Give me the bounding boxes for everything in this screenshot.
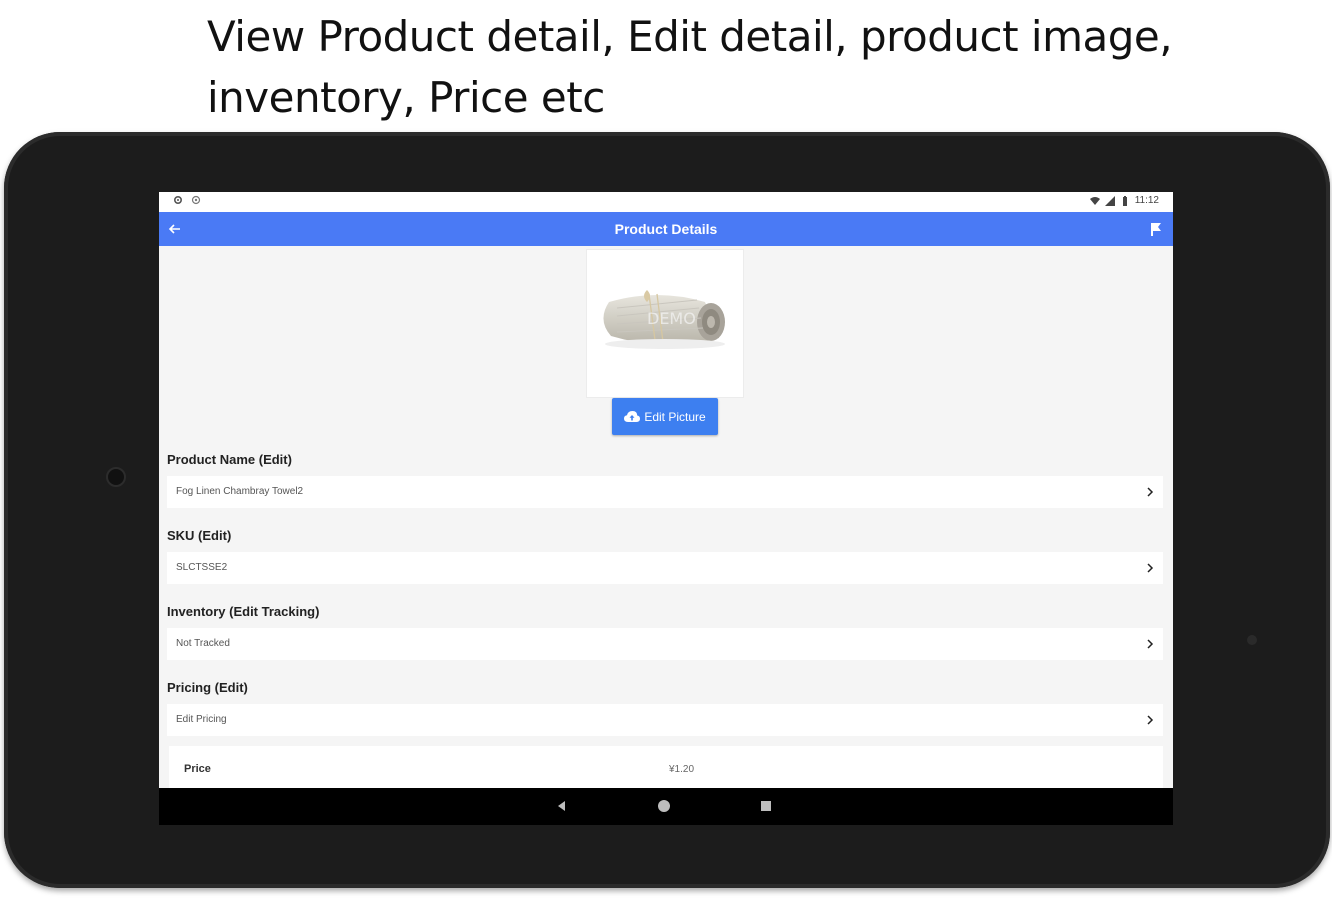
status-bar: 11:12 <box>159 192 1173 212</box>
chevron-right-icon <box>1147 487 1154 497</box>
edit-picture-button[interactable]: Edit Picture <box>612 398 718 435</box>
inventory-label[interactable]: Inventory (Edit Tracking) <box>167 604 319 619</box>
chevron-right-icon <box>1147 563 1154 573</box>
status-time: 11:12 <box>1134 195 1159 206</box>
caption-line-2: inventory, Price etc <box>207 73 605 122</box>
towel-roll-image: DEMO <box>603 290 725 349</box>
pricing-row[interactable]: Edit Pricing <box>167 704 1163 736</box>
app-bar: Product Details <box>159 212 1173 246</box>
sku-label[interactable]: SKU (Edit) <box>167 528 231 543</box>
product-name-value: Fog Linen Chambray Towel2 <box>176 486 304 497</box>
inventory-row[interactable]: Not Tracked <box>167 628 1163 660</box>
cloud-upload-icon <box>624 410 641 422</box>
proximity-sensor <box>1247 635 1257 645</box>
home-circle-icon[interactable] <box>656 798 672 814</box>
edit-picture-label: Edit Picture <box>644 409 706 424</box>
flag-icon[interactable] <box>1145 219 1165 239</box>
caption-line-1: View Product detail, Edit detail, produc… <box>207 12 1173 61</box>
product-image: DEMO <box>587 250 743 397</box>
recents-square-icon[interactable] <box>759 799 773 813</box>
product-name-row[interactable]: Fog Linen Chambray Towel2 <box>167 476 1163 508</box>
price-value: ¥1.20 <box>669 764 695 775</box>
pricing-value: Edit Pricing <box>176 714 227 725</box>
product-name-label[interactable]: Product Name (Edit) <box>167 452 292 467</box>
back-triangle-icon[interactable] <box>554 798 570 814</box>
page-caption: View Product detail, Edit detail, produc… <box>207 6 1307 128</box>
sku-row[interactable]: SLCTSSE2 <box>167 552 1163 584</box>
wifi-icon <box>1089 196 1100 205</box>
demo-watermark: DEMO <box>647 309 696 328</box>
front-camera <box>106 467 126 487</box>
tablet-screen: 11:12 Product Details DEMO Edit Picture … <box>159 192 1173 825</box>
pricing-label[interactable]: Pricing (Edit) <box>167 680 248 695</box>
price-label: Price <box>184 763 211 775</box>
inventory-value: Not Tracked <box>176 638 230 649</box>
chevron-right-icon <box>1147 639 1154 649</box>
sku-value: SLCTSSE2 <box>176 562 228 573</box>
settings-icon <box>173 195 183 205</box>
page-title: Product Details <box>614 221 718 237</box>
system-nav-bar <box>159 788 1173 825</box>
battery-icon <box>1122 195 1127 206</box>
signal-icon <box>1104 195 1115 206</box>
sync-icon <box>191 195 201 205</box>
chevron-right-icon <box>1147 715 1154 725</box>
